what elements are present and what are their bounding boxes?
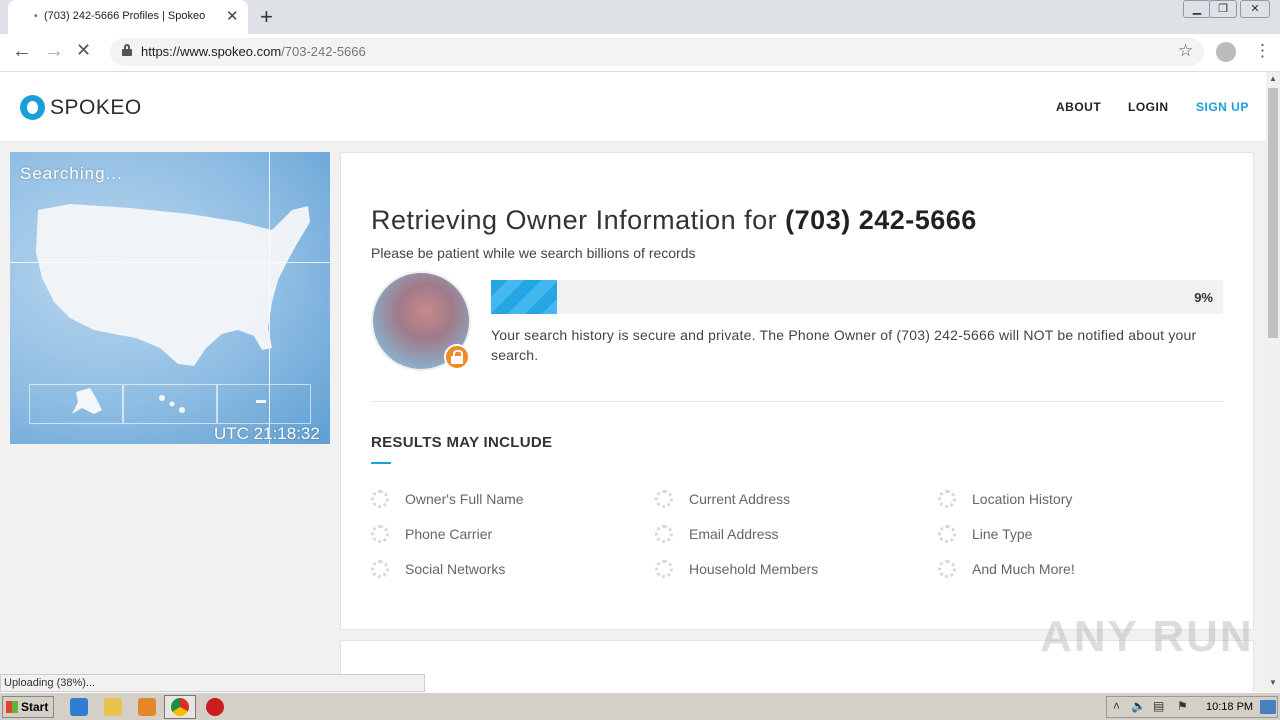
loading-spinner-icon bbox=[371, 490, 389, 508]
watermark: ANY RUN bbox=[1040, 612, 1254, 661]
restore-button[interactable]: ❐ bbox=[1209, 0, 1237, 18]
nav-login[interactable]: LOGIN bbox=[1128, 100, 1169, 114]
chrome-icon bbox=[171, 698, 189, 716]
minimize-button[interactable]: ▁ bbox=[1183, 0, 1211, 18]
tray-expand-icon[interactable]: ˄ bbox=[1113, 699, 1120, 713]
puerto-rico-inset bbox=[217, 384, 311, 424]
loading-icon: • bbox=[34, 11, 38, 22]
page-scrollbar[interactable]: ▲ ▼ bbox=[1266, 72, 1280, 692]
results-card: Retrieving Owner Information for (703) 2… bbox=[340, 152, 1254, 630]
loading-spinner-icon bbox=[655, 560, 673, 578]
result-item: Phone Carrier bbox=[405, 526, 493, 542]
profile-avatar-icon[interactable] bbox=[1216, 42, 1236, 62]
loading-spinner-icon bbox=[938, 560, 956, 578]
scroll-down-icon[interactable]: ▼ bbox=[1269, 678, 1277, 687]
address-bar[interactable]: https://www.spokeo.com/703-242-5666 ☆ bbox=[110, 38, 1204, 66]
page-title: Retrieving Owner Information for (703) 2… bbox=[371, 205, 977, 235]
utc-clock: UTC 21:18:32 bbox=[214, 424, 320, 443]
progress-fill bbox=[491, 280, 557, 314]
scrollbar-thumb[interactable] bbox=[1268, 88, 1278, 338]
search-progress-bar: 9% bbox=[491, 280, 1223, 314]
nav-signup[interactable]: SIGN UP bbox=[1196, 100, 1249, 114]
result-item: Owner's Full Name bbox=[405, 491, 524, 507]
loading-spinner-icon bbox=[655, 525, 673, 543]
windows-flag-icon bbox=[6, 701, 18, 713]
media-player-icon[interactable] bbox=[138, 698, 156, 716]
alaska-inset bbox=[29, 384, 123, 424]
network-icon[interactable]: ▤ bbox=[1153, 699, 1164, 713]
tab-close-icon[interactable]: ✕ bbox=[226, 7, 239, 25]
stop-loading-button[interactable]: ✕ bbox=[76, 40, 91, 61]
site-header: SPOKEO ABOUT LOGIN SIGN UP bbox=[0, 72, 1266, 142]
new-tab-button[interactable]: + bbox=[260, 4, 273, 30]
back-button[interactable]: ← bbox=[12, 40, 32, 63]
windows-taskbar: Start ˄ 🔈 ▤ ⚑ 10:18 PM bbox=[0, 692, 1280, 720]
result-item: Household Members bbox=[689, 561, 819, 577]
alert-icon[interactable] bbox=[206, 698, 224, 716]
page-subtitle: Please be patient while we search billio… bbox=[371, 245, 696, 261]
browser-tab[interactable]: • (703) 242-5666 Profiles | Spokeo ✕ bbox=[8, 0, 248, 34]
map-gridline bbox=[10, 262, 330, 263]
hawaii-inset bbox=[123, 384, 217, 424]
loading-spinner-icon bbox=[938, 490, 956, 508]
window-close-button[interactable]: ✕ bbox=[1240, 0, 1270, 18]
spokeo-logo-icon[interactable] bbox=[20, 95, 45, 120]
show-desktop-icon[interactable] bbox=[1260, 700, 1276, 714]
divider bbox=[371, 401, 1223, 402]
nav-about[interactable]: ABOUT bbox=[1056, 100, 1101, 114]
loading-spinner-icon bbox=[938, 525, 956, 543]
result-item: Social Networks bbox=[405, 561, 506, 577]
bookmark-star-icon[interactable]: ☆ bbox=[1178, 41, 1193, 61]
search-map: Searching... UTC 21:18:32 bbox=[10, 152, 330, 444]
scroll-up-icon[interactable]: ▲ bbox=[1269, 74, 1277, 83]
searching-label: Searching... bbox=[20, 164, 123, 183]
heading-underline bbox=[371, 462, 391, 464]
loading-spinner-icon bbox=[371, 560, 389, 578]
file-explorer-icon[interactable] bbox=[104, 698, 122, 716]
chrome-taskbar-button[interactable] bbox=[164, 695, 196, 719]
result-item: Location History bbox=[972, 491, 1073, 507]
privacy-notice: Your search history is secure and privat… bbox=[491, 327, 1197, 363]
url-text[interactable]: https://www.spokeo.com/703-242-5666 bbox=[141, 44, 366, 59]
forward-button[interactable]: → bbox=[44, 40, 64, 63]
progress-percent: 9% bbox=[1194, 290, 1213, 305]
flag-icon[interactable]: ⚑ bbox=[1177, 699, 1188, 713]
lock-icon bbox=[122, 44, 132, 56]
loading-spinner-icon bbox=[655, 490, 673, 508]
browser-toolbar: ← → ✕ https://www.spokeo.com/703-242-566… bbox=[0, 34, 1280, 72]
tab-title: (703) 242-5666 Profiles | Spokeo bbox=[44, 10, 206, 22]
loading-spinner-icon bbox=[371, 525, 389, 543]
volume-icon[interactable]: 🔈 bbox=[1131, 699, 1146, 713]
internet-explorer-icon[interactable] bbox=[70, 698, 88, 716]
lock-icon bbox=[444, 344, 470, 370]
results-heading: RESULTS MAY INCLUDE bbox=[371, 434, 553, 451]
result-item: Email Address bbox=[689, 526, 779, 542]
result-item: Line Type bbox=[972, 526, 1033, 542]
spokeo-logo[interactable]: SPOKEO bbox=[50, 96, 142, 120]
result-item: And Much More! bbox=[972, 561, 1075, 577]
result-item: Current Address bbox=[689, 491, 791, 507]
browser-status-bubble: Uploading (38%)... bbox=[0, 674, 425, 692]
browser-menu-icon[interactable]: ⋮ bbox=[1254, 41, 1271, 61]
start-button[interactable]: Start bbox=[2, 696, 54, 718]
browser-tabstrip: • (703) 242-5666 Profiles | Spokeo ✕ + ▁… bbox=[0, 0, 1280, 34]
taskbar-clock[interactable]: 10:18 PM bbox=[1206, 701, 1253, 713]
